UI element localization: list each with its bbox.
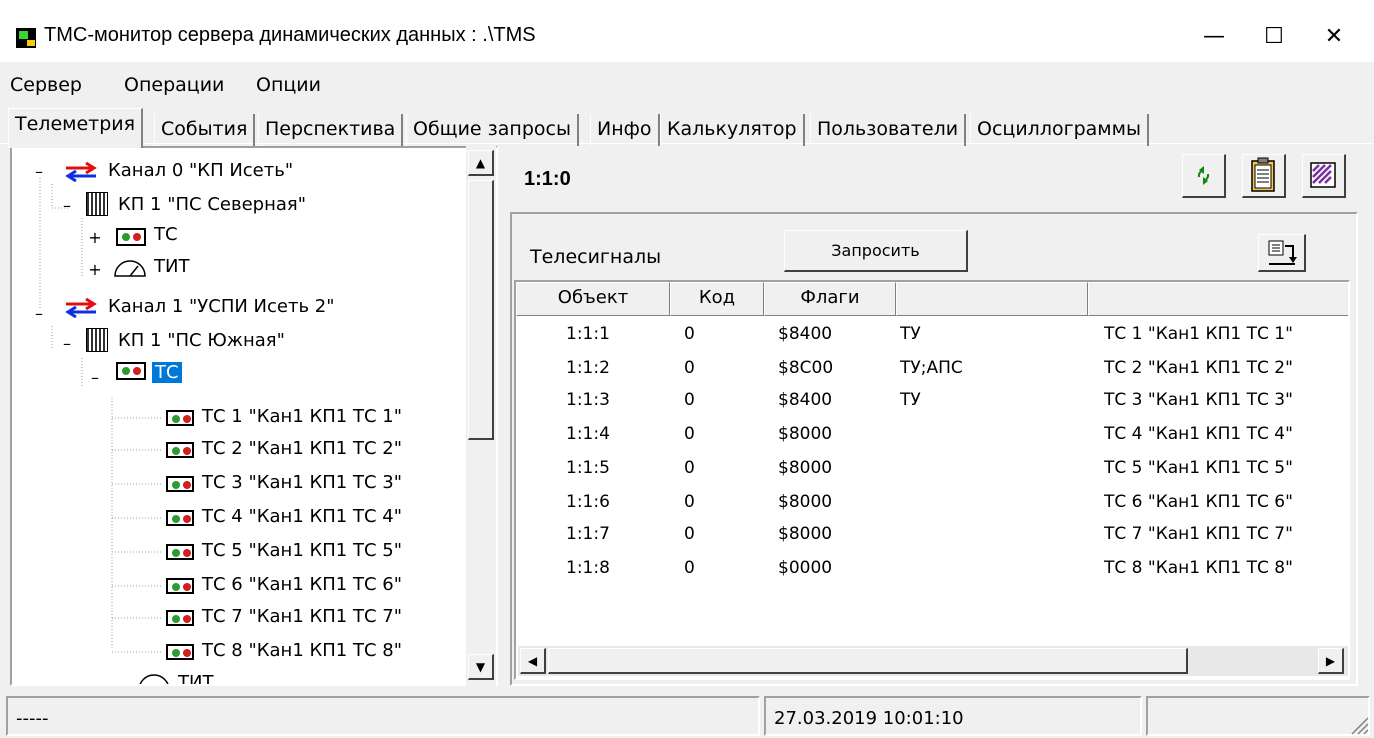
clipboard-icon — [1251, 157, 1275, 192]
tree-node-kp0[interactable]: КП 1 "ПС Северная" — [118, 194, 306, 224]
column-header-object[interactable]: Объект — [516, 282, 670, 316]
scroll-left-button[interactable]: ◀ — [520, 648, 546, 674]
tree-node-channel1[interactable]: Канал 1 "УСПИ Исеть 2" — [108, 296, 335, 326]
scroll-up-button[interactable]: ▲ — [468, 150, 494, 176]
maximize-button[interactable]: ☐ — [1244, 14, 1304, 58]
signals-table[interactable]: Объект Код Флаги 1:1:1 0 $8400 ТУ ТС 1 "Ка… — [514, 280, 1350, 680]
menu-options[interactable]: Опции — [256, 74, 321, 96]
tab-events[interactable]: События — [154, 114, 256, 146]
tree-node-tc-item[interactable]: ТС 1 "Кан1 КП1 ТС 1" — [202, 406, 402, 436]
collapse-channel1-icon[interactable]: – — [32, 304, 46, 323]
status-bar: ----- 27.03.2019 10:01:10 — [0, 690, 1374, 738]
tc-group-icon — [116, 228, 146, 246]
tree-node-tc0[interactable]: ТС — [154, 224, 178, 254]
tc-item-icon — [166, 442, 194, 458]
tab-oscillograms[interactable]: Осциллограммы — [970, 114, 1149, 146]
collapse-tc1-icon[interactable]: – — [88, 368, 102, 387]
section-label: Телесигналы — [530, 246, 662, 268]
scroll-thumb[interactable] — [468, 180, 494, 440]
object-tree[interactable]: – Канал 0 "КП Исеть" – КП 1 "ПС Северная… — [10, 146, 498, 686]
tc-group-icon — [116, 362, 146, 380]
column-header-4[interactable] — [896, 282, 1088, 316]
tab-users[interactable]: Пользователи — [810, 114, 967, 146]
scroll-right-button[interactable]: ▶ — [1318, 648, 1344, 674]
tree-node-tc1-selected[interactable]: ТС — [152, 362, 182, 390]
table-horizontal-scrollbar[interactable]: ◀ ▶ — [518, 646, 1348, 676]
refresh-button[interactable] — [1182, 154, 1226, 198]
pattern-button[interactable] — [1302, 154, 1346, 198]
gauge-icon — [114, 260, 146, 277]
title-bar: ТМС-монитор сервера динамических данных … — [0, 0, 1374, 62]
tree-node-tc-item[interactable]: ТС 4 "Кан1 КП1 ТС 4" — [202, 506, 402, 536]
tab-general-requests[interactable]: Общие запросы — [406, 114, 579, 146]
tree-node-tc-item[interactable]: ТС 3 "Кан1 КП1 ТС 3" — [202, 472, 402, 502]
tc-item-icon — [166, 644, 194, 660]
minimize-button[interactable]: — — [1184, 14, 1244, 58]
export-button[interactable] — [1258, 234, 1306, 272]
tree-node-tc-item[interactable]: ТС 7 "Кан1 КП1 ТС 7" — [202, 606, 402, 636]
pattern-icon — [1310, 162, 1336, 188]
collapse-kp0-icon[interactable]: – — [60, 196, 74, 215]
tc-item-icon — [166, 544, 194, 560]
request-button[interactable]: Запросить — [784, 230, 968, 272]
gauge-icon — [139, 674, 169, 684]
scroll-down-button[interactable]: ▼ — [468, 654, 494, 680]
menu-server[interactable]: Сервер — [10, 74, 82, 96]
tree-vertical-scrollbar[interactable]: ▲ ▼ — [466, 146, 496, 686]
app-icon — [16, 28, 36, 48]
clipboard-button[interactable] — [1242, 154, 1286, 198]
menu-operations[interactable]: Операции — [124, 74, 224, 96]
close-button[interactable]: ✕ — [1304, 14, 1364, 58]
column-header-5[interactable] — [1088, 282, 1348, 316]
kp-icon — [86, 328, 108, 352]
tc-item-icon — [166, 578, 194, 594]
collapse-kp1-icon[interactable]: – — [60, 334, 74, 353]
tree-node-tit1[interactable]: ТИТ — [178, 672, 213, 684]
export-icon — [1268, 240, 1297, 265]
status-datetime: 27.03.2019 10:01:10 — [764, 696, 1142, 736]
tree-node-kp1[interactable]: КП 1 "ПС Южная" — [118, 330, 285, 360]
expand-tit0-icon[interactable]: + — [88, 260, 102, 279]
expand-tc0-icon[interactable]: + — [88, 228, 102, 247]
horizontal-scroll-thumb[interactable] — [548, 648, 1188, 674]
tab-calculator[interactable]: Калькулятор — [660, 114, 805, 146]
tree-node-tc-item[interactable]: ТС 2 "Кан1 КП1 ТС 2" — [202, 438, 402, 468]
status-left: ----- — [6, 696, 760, 736]
tab-telemetry[interactable]: Телеметрия — [8, 108, 144, 148]
tc-item-icon — [166, 610, 194, 626]
tab-info[interactable]: Инфо — [590, 114, 660, 146]
tab-strip: Телеметрия События Перспектива Общие зап… — [0, 104, 1374, 148]
detail-header: 1:1:0 — [510, 146, 1368, 206]
tc-item-icon — [166, 410, 194, 426]
tree-node-tc-item[interactable]: ТС 6 "Кан1 КП1 ТС 6" — [202, 574, 402, 604]
window-title: ТМС-монитор сервера динамических данных … — [44, 24, 536, 46]
channel-arrows-icon — [65, 298, 97, 318]
telesignals-panel: Телесигналы Запросить Объект Код Флаги 1… — [510, 212, 1358, 686]
menu-bar: Сервер Операции Опции — [0, 62, 1374, 102]
tree-node-channel0[interactable]: Канал 0 "КП Исеть" — [108, 160, 293, 190]
tc-item-icon — [166, 476, 194, 492]
resize-grip-icon[interactable] — [1350, 716, 1370, 736]
column-header-flags[interactable]: Флаги — [764, 282, 896, 316]
tree-node-tc-item[interactable]: ТС 5 "Кан1 КП1 ТС 5" — [202, 540, 402, 570]
kp-icon — [86, 192, 108, 216]
tab-perspective[interactable]: Перспектива — [258, 114, 404, 146]
tc-item-icon — [166, 510, 194, 526]
selected-address: 1:1:0 — [524, 168, 571, 190]
channel-arrows-icon — [65, 162, 97, 182]
refresh-icon — [1197, 166, 1210, 185]
status-right — [1146, 696, 1370, 736]
tree-node-tc-item[interactable]: ТС 8 "Кан1 КП1 ТС 8" — [202, 640, 402, 670]
tree-node-tit0[interactable]: ТИТ — [154, 256, 189, 286]
collapse-channel0-icon[interactable]: – — [32, 162, 46, 181]
column-header-code[interactable]: Код — [670, 282, 764, 316]
